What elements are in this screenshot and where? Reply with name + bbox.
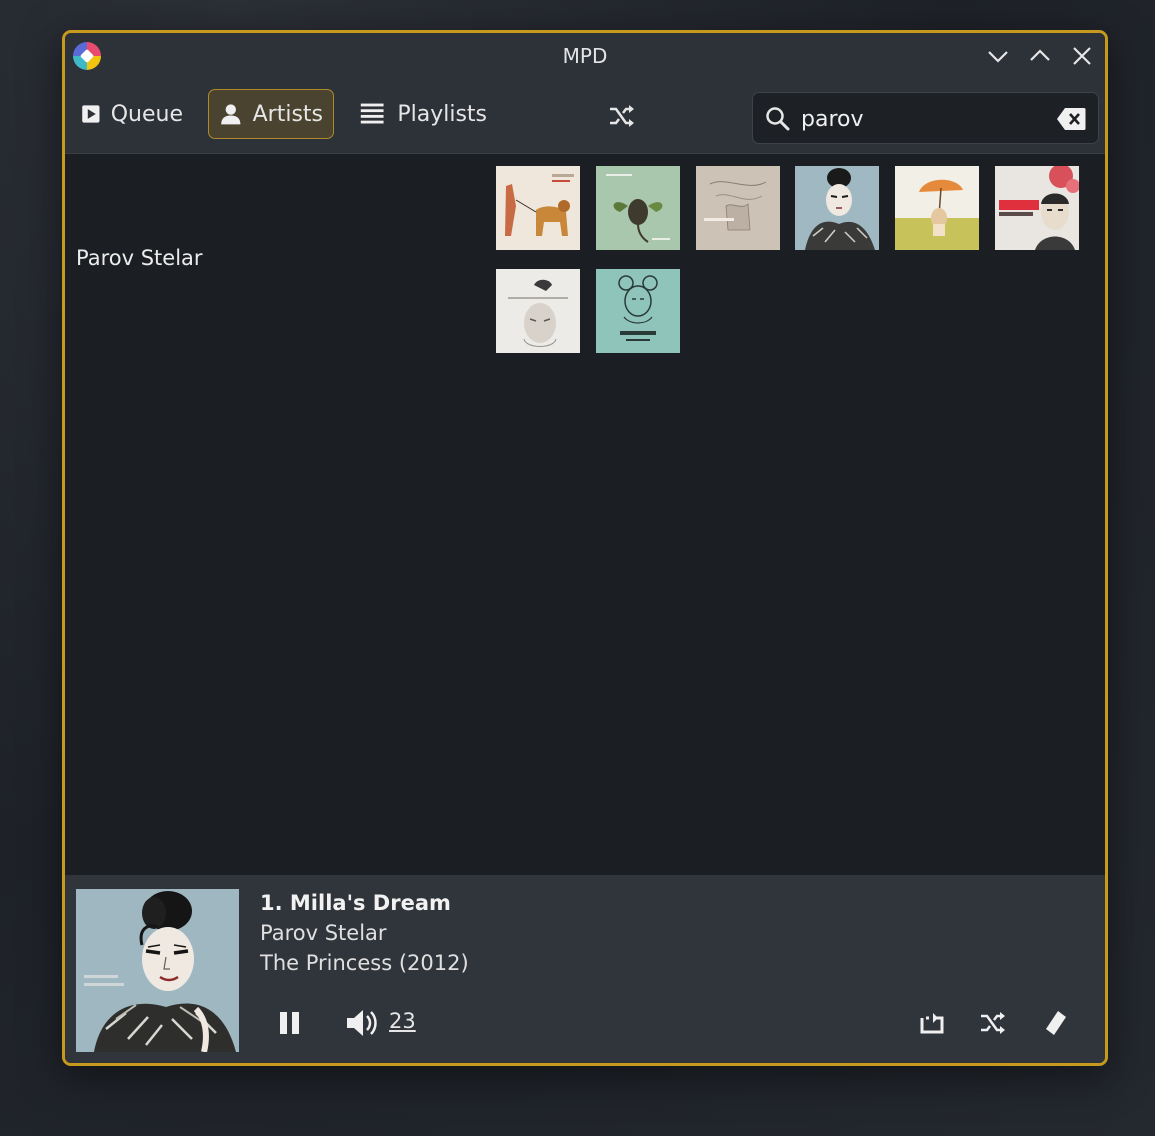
album-cover[interactable]	[795, 166, 879, 250]
pause-button[interactable]	[275, 1008, 305, 1038]
album-art-sketch-icon	[696, 166, 780, 250]
window-title: MPD	[562, 44, 608, 68]
shuffle-icon	[981, 1012, 1005, 1034]
album-cover[interactable]	[496, 166, 580, 250]
tab-queue[interactable]: Queue	[71, 89, 193, 139]
now-playing-cover[interactable]	[76, 889, 239, 1053]
repeat-icon	[920, 1013, 944, 1034]
backspace-icon	[1057, 108, 1086, 130]
album-art-princess-large-icon	[76, 889, 239, 1053]
shuffle-icon	[610, 105, 634, 127]
search-icon	[766, 107, 790, 131]
album-art-plant-icon	[596, 166, 680, 250]
chevron-up-icon	[1030, 49, 1050, 61]
tab-queue-label: Queue	[110, 101, 183, 127]
clear-search-button[interactable]	[1056, 107, 1086, 131]
maximize-button[interactable]	[1026, 42, 1054, 70]
now-playing-artist: Parov Stelar	[260, 921, 387, 945]
artist-list-item[interactable]: Parov Stelar	[76, 246, 203, 270]
volume-value[interactable]: 23	[389, 1009, 416, 1033]
now-playing-album: The Princess (2012)	[260, 951, 469, 975]
library-content: Parov Stelar	[65, 154, 1105, 875]
random-button[interactable]	[978, 1008, 1008, 1038]
close-button[interactable]	[1068, 42, 1096, 70]
search-input[interactable]	[799, 101, 1043, 137]
album-art-bird-icon	[496, 269, 580, 353]
album-cover[interactable]	[596, 166, 680, 250]
toolbar: Queue Artists Playlists	[65, 79, 1105, 154]
play-icon	[82, 105, 100, 123]
close-icon	[1073, 47, 1091, 65]
repeat-button[interactable]	[917, 1008, 947, 1038]
shuffle-all-button[interactable]	[607, 101, 637, 131]
album-art-dog-icon	[496, 166, 580, 250]
person-icon	[221, 104, 241, 125]
volume-button[interactable]	[345, 1008, 381, 1038]
speaker-icon	[347, 1010, 377, 1036]
now-playing-title: 1. Milla's Dream	[260, 891, 451, 915]
album-art-girl-teal-icon	[596, 269, 680, 353]
album-cover[interactable]	[496, 269, 580, 353]
minimize-button[interactable]	[984, 42, 1012, 70]
tab-artists-label: Artists	[252, 101, 323, 127]
album-cover[interactable]	[995, 164, 1080, 250]
now-playing-bar: 1. Milla's Dream Parov Stelar The Prince…	[65, 875, 1105, 1063]
eraser-icon	[1046, 1011, 1066, 1035]
album-art-umbrella-icon	[895, 166, 979, 250]
album-cover[interactable]	[895, 166, 979, 250]
album-art-princess-icon	[795, 166, 879, 250]
album-art-the-sun-icon	[995, 164, 1080, 250]
tab-playlists-label: Playlists	[397, 101, 487, 127]
mpd-window: MPD Queue Artists Playlists parov Parov …	[62, 30, 1108, 1066]
pause-icon	[280, 1012, 299, 1034]
chevron-down-icon	[988, 51, 1008, 63]
album-cover[interactable]	[596, 269, 680, 353]
search-box	[752, 92, 1099, 144]
tab-playlists[interactable]: Playlists	[347, 89, 497, 139]
consume-button[interactable]	[1040, 1008, 1070, 1038]
list-icon	[360, 103, 384, 124]
title-bar[interactable]: MPD	[65, 33, 1105, 79]
tab-artists[interactable]: Artists	[208, 89, 334, 139]
album-cover[interactable]	[696, 166, 780, 250]
